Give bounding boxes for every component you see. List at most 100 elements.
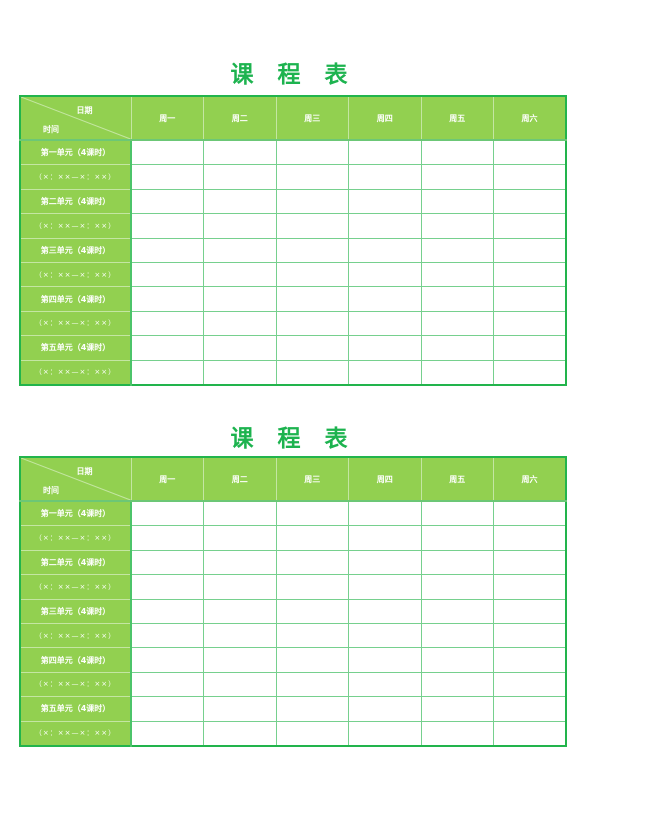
schedule-cell[interactable] [348, 140, 421, 166]
schedule-cell[interactable] [203, 262, 276, 288]
schedule-cell[interactable] [203, 672, 276, 698]
schedule-cell[interactable] [275, 525, 349, 551]
schedule-cell[interactable] [275, 286, 349, 312]
schedule-cell[interactable] [203, 696, 276, 722]
schedule-cell[interactable] [493, 672, 566, 698]
schedule-cell[interactable] [420, 286, 494, 312]
schedule-cell[interactable] [493, 599, 566, 624]
schedule-cell[interactable] [203, 623, 276, 649]
schedule-cell[interactable] [203, 140, 276, 166]
schedule-cell[interactable] [420, 189, 494, 215]
schedule-cell[interactable] [131, 647, 204, 673]
schedule-cell[interactable] [203, 164, 276, 190]
schedule-cell[interactable] [131, 189, 204, 215]
schedule-cell[interactable] [203, 525, 276, 551]
schedule-cell[interactable] [493, 550, 566, 576]
schedule-cell[interactable] [493, 623, 566, 649]
schedule-cell[interactable] [131, 360, 204, 385]
schedule-cell[interactable] [493, 335, 566, 361]
schedule-cell[interactable] [275, 672, 349, 698]
schedule-cell[interactable] [493, 140, 566, 166]
schedule-cell[interactable] [275, 164, 349, 190]
schedule-cell[interactable] [131, 672, 204, 698]
schedule-cell[interactable] [275, 721, 349, 746]
schedule-cell[interactable] [131, 721, 204, 746]
schedule-cell[interactable] [131, 286, 204, 312]
schedule-cell[interactable] [131, 262, 204, 288]
schedule-cell[interactable] [493, 360, 566, 385]
schedule-cell[interactable] [420, 213, 494, 239]
schedule-cell[interactable] [203, 360, 276, 385]
schedule-cell[interactable] [275, 550, 349, 576]
schedule-cell[interactable] [131, 696, 204, 722]
schedule-cell[interactable] [131, 140, 204, 166]
schedule-cell[interactable] [493, 647, 566, 673]
schedule-cell[interactable] [348, 672, 421, 698]
schedule-cell[interactable] [203, 721, 276, 746]
schedule-cell[interactable] [420, 140, 494, 166]
schedule-cell[interactable] [493, 721, 566, 746]
schedule-cell[interactable] [203, 647, 276, 673]
schedule-cell[interactable] [420, 647, 494, 673]
schedule-cell[interactable] [348, 213, 421, 239]
schedule-cell[interactable] [493, 311, 566, 337]
schedule-cell[interactable] [131, 335, 204, 361]
schedule-cell[interactable] [493, 238, 566, 263]
schedule-cell[interactable] [493, 164, 566, 190]
schedule-cell[interactable] [203, 501, 276, 527]
schedule-cell[interactable] [275, 238, 349, 263]
schedule-cell[interactable] [493, 262, 566, 288]
schedule-cell[interactable] [420, 623, 494, 649]
schedule-cell[interactable] [493, 501, 566, 527]
schedule-cell[interactable] [203, 599, 276, 624]
schedule-cell[interactable] [420, 672, 494, 698]
schedule-cell[interactable] [131, 599, 204, 624]
schedule-cell[interactable] [348, 164, 421, 190]
schedule-cell[interactable] [420, 550, 494, 576]
schedule-cell[interactable] [420, 501, 494, 527]
schedule-cell[interactable] [275, 140, 349, 166]
schedule-cell[interactable] [348, 525, 421, 551]
schedule-cell[interactable] [275, 623, 349, 649]
schedule-cell[interactable] [493, 213, 566, 239]
schedule-cell[interactable] [493, 189, 566, 215]
schedule-cell[interactable] [275, 262, 349, 288]
schedule-cell[interactable] [348, 696, 421, 722]
schedule-cell[interactable] [203, 335, 276, 361]
schedule-cell[interactable] [348, 574, 421, 600]
schedule-cell[interactable] [420, 599, 494, 624]
schedule-cell[interactable] [275, 599, 349, 624]
schedule-cell[interactable] [275, 311, 349, 337]
schedule-cell[interactable] [348, 286, 421, 312]
schedule-cell[interactable] [493, 286, 566, 312]
schedule-cell[interactable] [275, 647, 349, 673]
schedule-cell[interactable] [420, 360, 494, 385]
schedule-cell[interactable] [420, 525, 494, 551]
schedule-cell[interactable] [203, 189, 276, 215]
schedule-cell[interactable] [131, 238, 204, 263]
schedule-cell[interactable] [131, 213, 204, 239]
schedule-cell[interactable] [275, 696, 349, 722]
schedule-cell[interactable] [203, 286, 276, 312]
schedule-cell[interactable] [348, 238, 421, 263]
schedule-cell[interactable] [131, 525, 204, 551]
schedule-cell[interactable] [348, 335, 421, 361]
schedule-cell[interactable] [203, 574, 276, 600]
schedule-cell[interactable] [348, 599, 421, 624]
schedule-cell[interactable] [348, 647, 421, 673]
schedule-cell[interactable] [131, 501, 204, 527]
schedule-cell[interactable] [348, 262, 421, 288]
schedule-cell[interactable] [493, 696, 566, 722]
schedule-cell[interactable] [348, 550, 421, 576]
schedule-cell[interactable] [203, 238, 276, 263]
schedule-cell[interactable] [420, 164, 494, 190]
schedule-cell[interactable] [420, 696, 494, 722]
schedule-cell[interactable] [131, 574, 204, 600]
schedule-cell[interactable] [493, 525, 566, 551]
schedule-cell[interactable] [348, 721, 421, 746]
schedule-cell[interactable] [203, 213, 276, 239]
schedule-cell[interactable] [131, 623, 204, 649]
schedule-cell[interactable] [275, 189, 349, 215]
schedule-cell[interactable] [348, 501, 421, 527]
schedule-cell[interactable] [348, 623, 421, 649]
